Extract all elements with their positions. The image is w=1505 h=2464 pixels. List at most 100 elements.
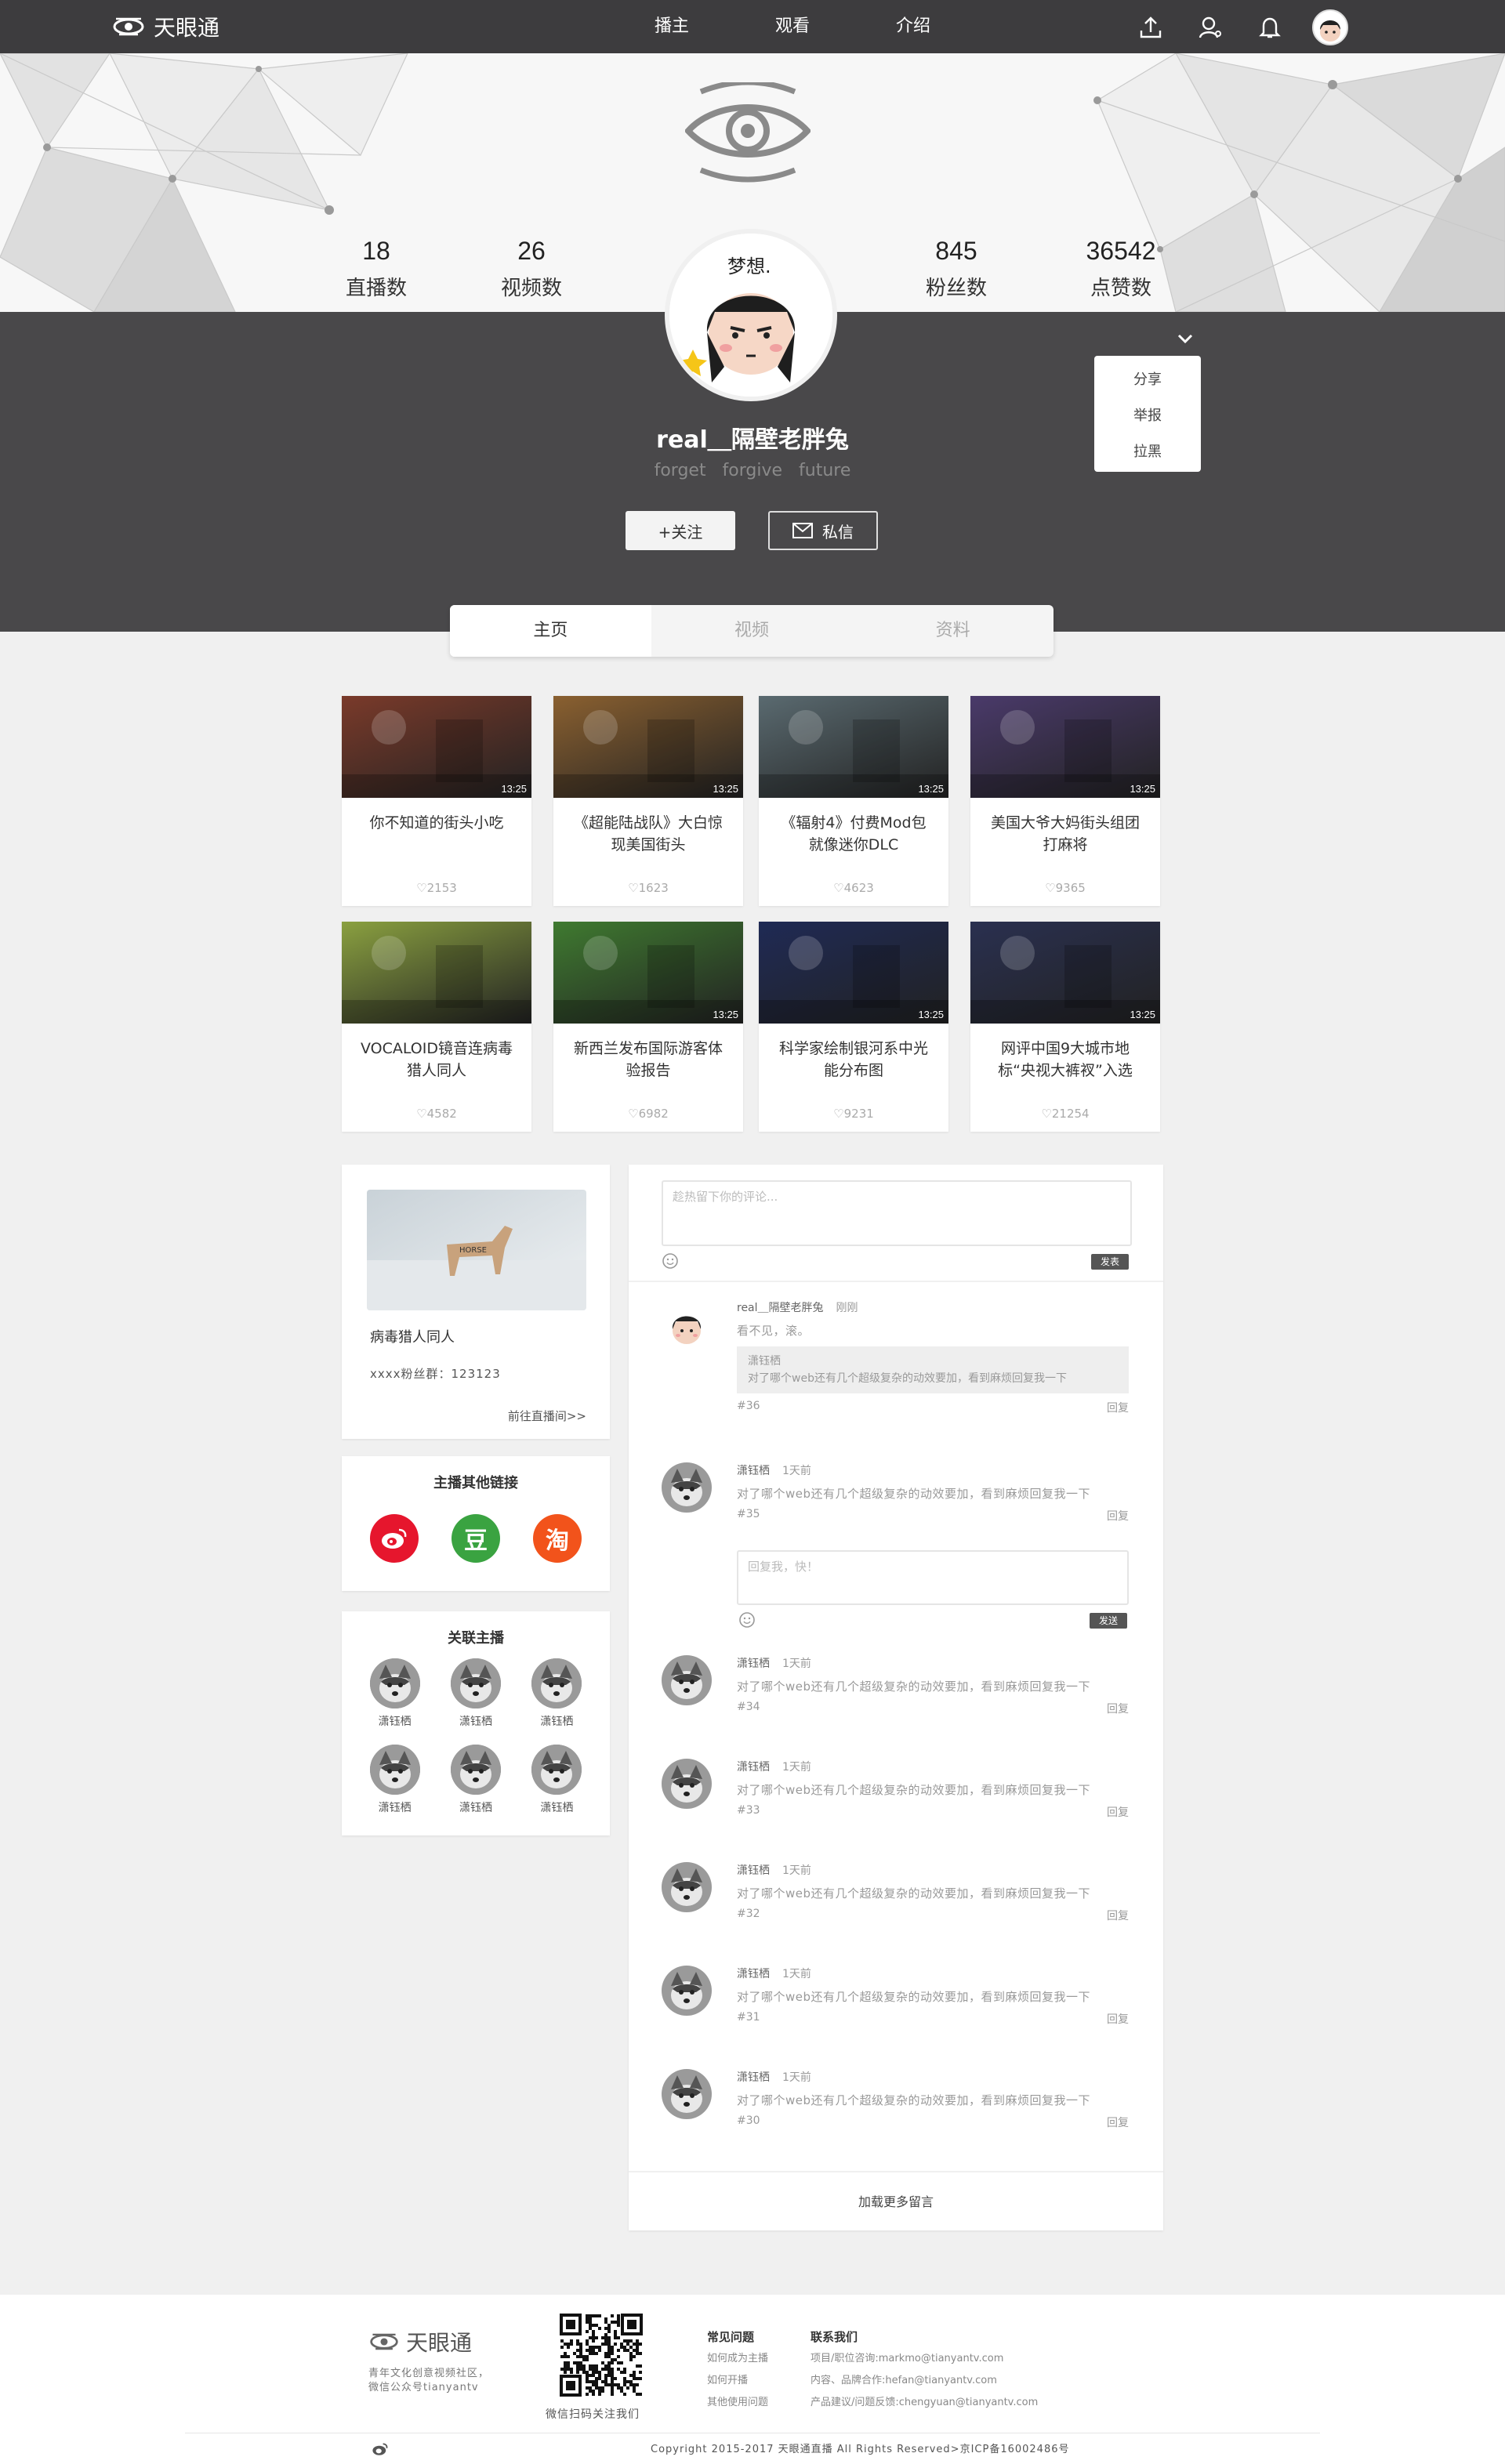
reply-link[interactable]: 回复 <box>1107 1908 1129 1923</box>
host-photo[interactable]: HORSE <box>367 1190 586 1310</box>
video-title[interactable]: 美国大爷大妈街头组团打麻将 <box>970 798 1160 871</box>
commenter-name[interactable]: 潇钰栖 <box>737 2071 770 2084</box>
commenter-avatar[interactable] <box>662 1462 712 1513</box>
menu-item-block[interactable]: 拉黑 <box>1094 434 1201 470</box>
go-to-live-link[interactable]: 前往直播间>> <box>508 1408 586 1424</box>
commenter-avatar[interactable] <box>662 1655 712 1705</box>
tab-videos[interactable]: 视频 <box>651 605 853 657</box>
weibo-icon[interactable] <box>370 1514 419 1563</box>
upload-icon[interactable] <box>1133 10 1168 45</box>
video-title[interactable]: 《辐射4》付费Mod包就像迷你DLC <box>759 798 948 871</box>
commenter-avatar[interactable] <box>662 2069 712 2119</box>
contact-line[interactable]: 项目/职位咨询:markmo@tianyantv.com <box>811 2348 1038 2370</box>
reply-link[interactable]: 回复 <box>1107 1701 1129 1716</box>
related-host-avatar[interactable] <box>531 1658 582 1708</box>
video-title[interactable]: 网评中国9大城市地标“央视大裤衩”入选 <box>970 1024 1160 1097</box>
video-title[interactable]: 科学家绘制银河系中光能分布图 <box>759 1024 948 1097</box>
taobao-icon[interactable]: 淘 <box>533 1514 582 1563</box>
site-logo[interactable]: 天眼通 <box>111 11 219 42</box>
video-likes-count: 2153 <box>426 881 457 895</box>
heart-icon: ♡ <box>416 881 427 895</box>
video-card[interactable]: 13:25 美国大爷大妈街头组团打麻将 ♡9365 <box>970 696 1160 906</box>
video-thumbnail[interactable]: 13:25 <box>759 696 948 798</box>
video-title[interactable]: 你不知道的街头小吃 <box>342 798 531 871</box>
douban-icon[interactable]: 豆 <box>452 1514 500 1563</box>
reply-link[interactable]: 回复 <box>1107 1804 1129 1820</box>
footer-description: 青年文化创意视频社区， 微信公众号tianyantv <box>368 2367 489 2395</box>
commenter-name[interactable]: real＿隔壁老胖兔 <box>737 1302 824 1314</box>
menu-item-share[interactable]: 分享 <box>1094 362 1201 398</box>
emoji-icon[interactable] <box>738 1611 756 1629</box>
commenter-name[interactable]: 潇钰栖 <box>737 1864 770 1877</box>
heart-icon: ♡ <box>628 1107 639 1121</box>
current-user-avatar[interactable] <box>1312 9 1348 45</box>
video-title[interactable]: 新西兰发布国际游客体验报告 <box>553 1024 743 1097</box>
video-card[interactable]: VOCALOID镜音连病毒猎人同人 ♡4582 <box>342 922 531 1132</box>
video-card[interactable]: 13:25 《超能陆战队》大白惊现美国街头 ♡1623 <box>553 696 743 906</box>
related-host-avatar[interactable] <box>369 1745 420 1795</box>
reply-link[interactable]: 回复 <box>1107 2011 1129 2027</box>
related-host-avatar[interactable] <box>450 1745 501 1795</box>
nav-link-hosts[interactable]: 播主 <box>611 0 732 53</box>
bell-icon[interactable] <box>1253 10 1287 45</box>
video-title[interactable]: 《超能陆战队》大白惊现美国街头 <box>553 798 743 871</box>
video-card[interactable]: 13:25 网评中国9大城市地标“央视大裤衩”入选 ♡21254 <box>970 922 1160 1132</box>
related-host[interactable]: 潇钰栖 <box>354 1745 435 1815</box>
related-host[interactable]: 潇钰栖 <box>354 1658 435 1729</box>
related-host[interactable]: 潇钰栖 <box>517 1745 597 1815</box>
message-button[interactable]: 私信 <box>768 511 878 550</box>
faq-link[interactable]: 如何开播 <box>707 2370 768 2392</box>
commenter-name[interactable]: 潇钰栖 <box>737 1658 770 1670</box>
profile-avatar[interactable]: 梦想. <box>665 229 837 401</box>
video-thumbnail[interactable] <box>342 922 531 1024</box>
post-comment-button[interactable]: 发表 <box>1091 1254 1129 1270</box>
video-thumbnail[interactable]: 13:25 <box>553 696 743 798</box>
commenter-avatar[interactable] <box>662 1759 712 1809</box>
video-thumbnail[interactable]: 13:25 <box>970 922 1160 1024</box>
emoji-icon[interactable] <box>662 1252 679 1270</box>
commenter-name[interactable]: 潇钰栖 <box>737 1968 770 1980</box>
tab-profile[interactable]: 资料 <box>852 605 1054 657</box>
video-thumbnail[interactable]: 13:25 <box>342 696 531 798</box>
weibo-icon[interactable] <box>372 2442 389 2456</box>
commenter-avatar[interactable] <box>662 1966 712 2016</box>
faq-link[interactable]: 如何成为主播 <box>707 2348 768 2370</box>
reply-input[interactable]: 回复我，快！ <box>737 1550 1129 1605</box>
reply-link[interactable]: 回复 <box>1107 1508 1129 1524</box>
commenter-avatar[interactable] <box>662 1862 712 1912</box>
comment-input[interactable]: 趁热留下你的评论... <box>662 1180 1132 1246</box>
load-more-comments-button[interactable]: 加载更多留言 <box>629 2171 1163 2230</box>
tab-home[interactable]: 主页 <box>450 605 651 657</box>
related-host-avatar[interactable] <box>369 1658 420 1708</box>
video-card[interactable]: 13:25 《辐射4》付费Mod包就像迷你DLC ♡4623 <box>759 696 948 906</box>
related-host[interactable]: 潇钰栖 <box>435 1745 516 1815</box>
contact-line[interactable]: 产品建议/问题反馈:chengyuan@tianyantv.com <box>811 2392 1038 2414</box>
user-icon[interactable] <box>1193 10 1228 45</box>
contact-line[interactable]: 内容、品牌合作:hefan@tianyantv.com <box>811 2370 1038 2392</box>
video-thumbnail[interactable]: 13:25 <box>970 696 1160 798</box>
related-host-avatar[interactable] <box>450 1658 501 1708</box>
reply-link[interactable]: 回复 <box>1107 2114 1129 2130</box>
video-thumbnail[interactable]: 13:25 <box>553 922 743 1024</box>
video-title[interactable]: VOCALOID镜音连病毒猎人同人 <box>342 1024 531 1097</box>
faq-link[interactable]: 其他使用问题 <box>707 2392 768 2414</box>
video-card[interactable]: 13:25 科学家绘制银河系中光能分布图 ♡9231 <box>759 922 948 1132</box>
commenter-name[interactable]: 潇钰栖 <box>737 1465 770 1477</box>
related-host-avatar[interactable] <box>531 1745 582 1795</box>
menu-item-report[interactable]: 举报 <box>1094 398 1201 434</box>
commenter-avatar[interactable] <box>662 1299 712 1350</box>
send-reply-button[interactable]: 发送 <box>1090 1613 1127 1629</box>
related-host[interactable]: 潇钰栖 <box>435 1658 516 1729</box>
video-thumbnail[interactable]: 13:25 <box>759 922 948 1024</box>
nav-link-about[interactable]: 介绍 <box>853 0 974 53</box>
footer-logo[interactable]: 天眼通 <box>368 2326 472 2357</box>
video-card[interactable]: 13:25 你不知道的街头小吃 ♡2153 <box>342 696 531 906</box>
chevron-down-icon[interactable] <box>1176 329 1195 348</box>
reply-link[interactable]: 回复 <box>1107 1400 1129 1415</box>
video-card[interactable]: 13:25 新西兰发布国际游客体验报告 ♡6982 <box>553 922 743 1132</box>
related-host[interactable]: 潇钰栖 <box>517 1658 597 1729</box>
commenter-name[interactable]: 潇钰栖 <box>737 1761 770 1774</box>
host-card: HORSE 病毒猎人同人 xxxx粉丝群：123123 前往直播间>> <box>342 1165 610 1439</box>
follow-button[interactable]: +关注 <box>626 511 735 550</box>
nav-link-watch[interactable]: 观看 <box>732 0 853 53</box>
